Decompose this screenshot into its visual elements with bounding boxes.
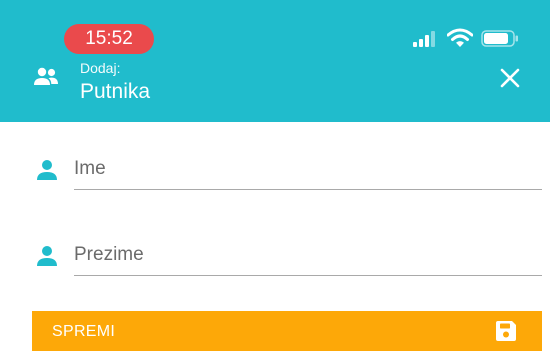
last-name-input[interactable] <box>74 236 542 274</box>
first-name-field <box>36 150 542 190</box>
last-name-field <box>36 236 542 276</box>
header-subtitle: Dodaj: <box>80 60 121 76</box>
person-icon <box>37 160 57 180</box>
save-icon <box>496 321 516 341</box>
cellular-signal-icon <box>413 31 435 47</box>
first-name-input[interactable] <box>74 150 542 188</box>
wifi-icon <box>447 28 473 47</box>
header-title: Putnika <box>80 80 151 103</box>
status-time: 15:52 <box>64 24 154 54</box>
people-icon <box>34 67 58 85</box>
close-icon[interactable] <box>499 67 521 89</box>
first-name-input-wrap <box>74 150 542 190</box>
save-button-label: SPREMI <box>52 323 116 340</box>
battery-icon <box>481 30 518 47</box>
save-button[interactable]: SPREMI <box>32 311 542 351</box>
person-icon <box>37 246 57 266</box>
add-passenger-screen: 15:52 Dodaj: Putnika Ime Prezime SPREMI <box>0 0 550 351</box>
header-bar: 15:52 Dodaj: Putnika <box>0 0 550 122</box>
last-name-input-wrap <box>74 236 542 276</box>
